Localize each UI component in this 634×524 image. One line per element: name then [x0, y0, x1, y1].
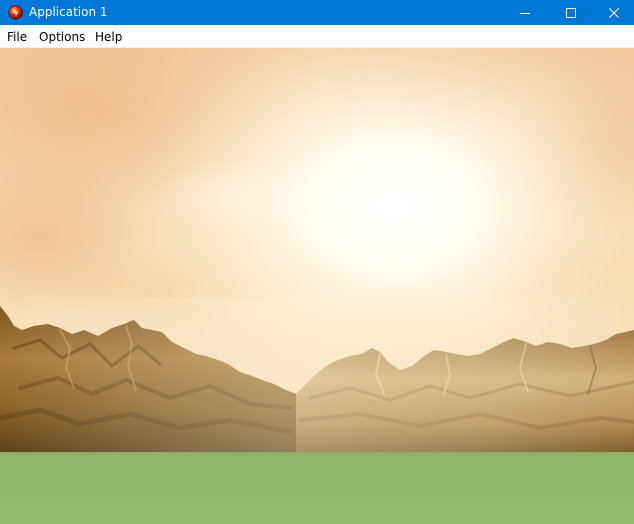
menu-file[interactable]: File — [7, 29, 27, 45]
haze — [0, 298, 634, 458]
title-bar[interactable]: Application 1 — [0, 0, 634, 25]
menu-options[interactable]: Options — [39, 29, 85, 45]
menu-bar: File Options Help — [0, 25, 634, 48]
app-orb-icon[interactable] — [8, 5, 23, 20]
minimize-icon — [520, 12, 530, 14]
maximize-button[interactable] — [548, 0, 594, 25]
close-button[interactable] — [594, 0, 634, 25]
minimize-button[interactable] — [502, 0, 548, 25]
render-viewport[interactable] — [0, 48, 634, 524]
ground-plane — [0, 452, 634, 524]
close-icon — [609, 7, 619, 18]
menu-help[interactable]: Help — [95, 29, 122, 45]
application-window: Application 1 File Options Help — [0, 0, 634, 524]
window-title: Application 1 — [29, 5, 108, 19]
maximize-icon — [566, 7, 576, 18]
